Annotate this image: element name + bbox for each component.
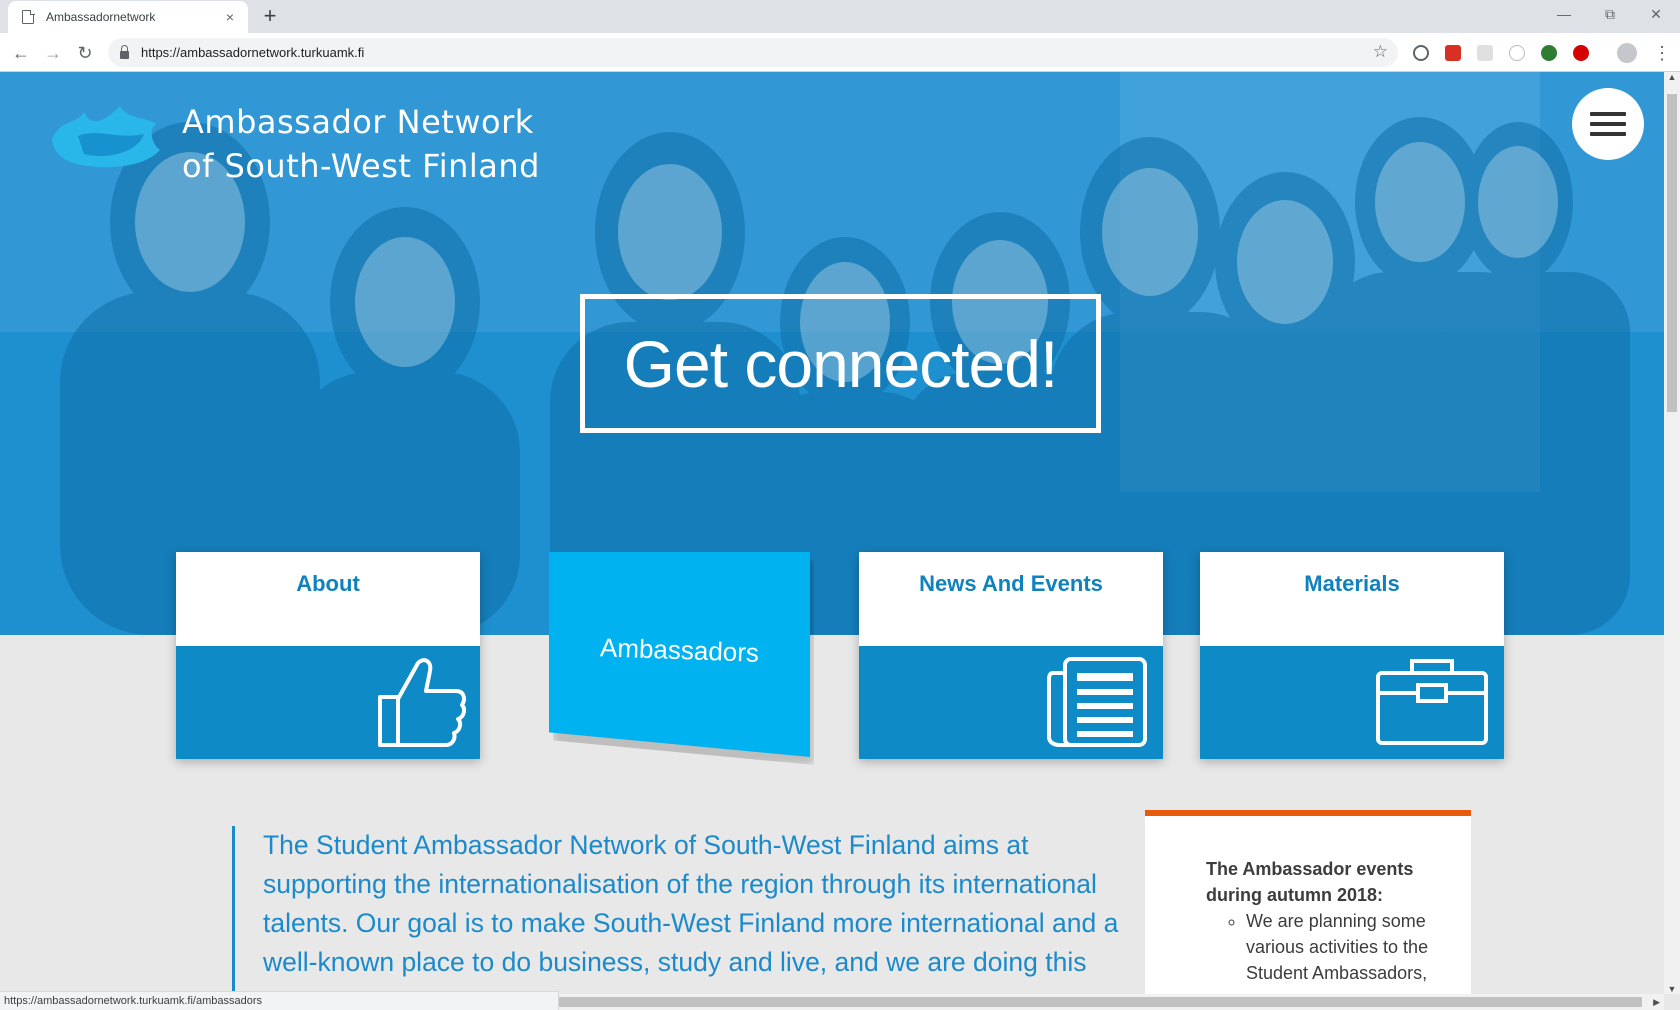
- scroll-right-icon[interactable]: ▶: [1653, 994, 1660, 1010]
- scroll-up-icon[interactable]: ▲: [1664, 72, 1680, 82]
- events-box: The Ambassador events during autumn 2018…: [1145, 810, 1471, 994]
- intro-paragraph: The Student Ambassador Network of South-…: [263, 830, 1119, 977]
- minimize-button[interactable]: —: [1542, 0, 1586, 30]
- browser-tab-bar: Ambassadornetwork × + — ⧉ ✕: [0, 0, 1680, 33]
- block-extension-icon[interactable]: [1413, 45, 1429, 61]
- hero-headline: Get connected!: [580, 294, 1101, 433]
- video-extension-icon[interactable]: [1445, 45, 1461, 61]
- close-window-button[interactable]: ✕: [1634, 0, 1678, 30]
- hamburger-icon[interactable]: [1572, 88, 1644, 160]
- card-about-label: About: [296, 571, 360, 596]
- browser-tab[interactable]: Ambassadornetwork ×: [8, 1, 248, 33]
- card-materials-label: Materials: [1304, 571, 1400, 596]
- scroll-down-icon[interactable]: ▼: [1664, 984, 1680, 994]
- card-news-and-events[interactable]: News And Events: [859, 552, 1163, 759]
- card-about[interactable]: About: [176, 552, 480, 759]
- hero-section: Ambassador Network of South-West Finland…: [0, 72, 1664, 635]
- url-text: https://ambassadornetwork.turkuamk.fi: [141, 45, 365, 60]
- briefcase-icon: [1376, 659, 1488, 745]
- logo-line-2: of South-West Finland: [182, 147, 540, 185]
- card-ambassadors-label: Ambassadors: [599, 632, 760, 668]
- restore-button[interactable]: ⧉: [1588, 0, 1632, 30]
- events-list: We are planning some various activities …: [1246, 908, 1441, 986]
- address-toolbar: ← → ↻ https://ambassadornetwork.turkuamk…: [0, 33, 1680, 72]
- status-link-preview: https://ambassadornetwork.turkuamk.fi/am…: [0, 991, 559, 1010]
- tab-close-icon[interactable]: ×: [222, 9, 238, 25]
- horizontal-scroll-thumb[interactable]: [556, 997, 1642, 1007]
- grid-extension-icon[interactable]: [1477, 45, 1493, 61]
- menu-icon[interactable]: ⋮: [1652, 41, 1672, 65]
- vertical-scrollbar[interactable]: ▲ ▼: [1664, 72, 1680, 994]
- back-icon[interactable]: ←: [9, 41, 33, 65]
- card-news-label: News And Events: [919, 571, 1103, 596]
- logo-line-1: Ambassador Network: [182, 103, 534, 141]
- new-tab-button[interactable]: +: [258, 4, 282, 28]
- intro-accent-bar: [232, 826, 235, 994]
- address-bar[interactable]: https://ambassadornetwork.turkuamk.fi ☆: [108, 38, 1398, 67]
- profile-avatar[interactable]: [1617, 43, 1637, 63]
- newspaper-icon: [1047, 657, 1147, 747]
- page-icon: [22, 9, 35, 24]
- events-list-item: We are planning some various activities …: [1246, 908, 1441, 986]
- card-ambassadors[interactable]: Ambassadors: [549, 552, 810, 757]
- reload-icon[interactable]: ↻: [73, 41, 97, 65]
- yab-extension-icon[interactable]: [1573, 45, 1589, 61]
- thumbs-up-icon: [378, 658, 466, 747]
- card-materials[interactable]: Materials: [1200, 552, 1504, 759]
- globe-extension-icon[interactable]: [1541, 45, 1557, 61]
- face-extension-icon[interactable]: [1509, 45, 1525, 61]
- logo-wave-icon: [52, 106, 160, 168]
- site-logo[interactable]: Ambassador Network of South-West Finland: [48, 100, 540, 188]
- page-viewport: Ambassador Network of South-West Finland…: [0, 72, 1664, 994]
- forward-icon[interactable]: →: [41, 41, 65, 65]
- events-title: The Ambassador events during autumn 2018…: [1206, 859, 1414, 905]
- star-icon[interactable]: ☆: [1373, 42, 1388, 62]
- vertical-scroll-thumb[interactable]: [1667, 94, 1677, 412]
- lock-icon: [120, 44, 129, 59]
- tab-title: Ambassadornetwork: [46, 10, 156, 24]
